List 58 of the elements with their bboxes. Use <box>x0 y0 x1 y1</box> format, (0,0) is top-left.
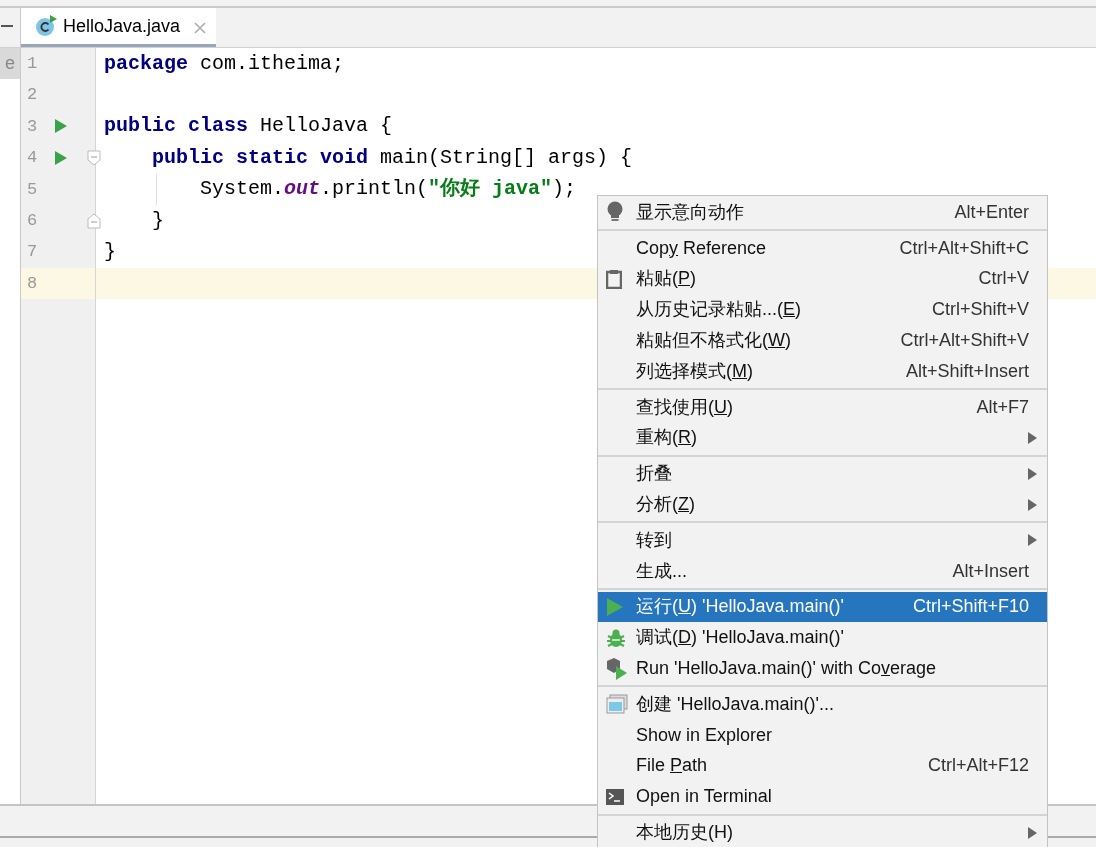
shortcut-text: Alt+Enter <box>954 200 1029 224</box>
menu-item[interactable]: Show in Explorer <box>598 719 1047 751</box>
menu-item[interactable]: 分析(Z) <box>598 489 1047 520</box>
menu-item[interactable]: 粘贴(P) Ctrl+V <box>598 263 1047 295</box>
shortcut-text: Alt+F7 <box>976 395 1029 419</box>
menu-item[interactable]: 显示意向动作 Alt+Enter <box>598 197 1047 228</box>
clipboard-icon <box>606 269 622 289</box>
menu-item[interactable]: 列选择模式(M) Alt+Shift+Insert <box>598 356 1047 387</box>
menu-item[interactable]: 调试(D) 'HelloJava.main()' <box>598 622 1047 654</box>
shortcut-text: Alt+Shift+Insert <box>905 359 1029 383</box>
code-line: } <box>151 207 164 234</box>
shortcut-text: Ctrl+Alt+F12 <box>927 754 1029 778</box>
menu-item[interactable]: 重构(R) <box>598 422 1047 454</box>
menu-item[interactable]: Run 'HelloJava.main()' with Coverage <box>598 653 1047 684</box>
code-line: System.out.println("你好 java"); <box>199 176 577 203</box>
menu-item[interactable]: 本地历史(H) <box>598 817 1047 847</box>
lightbulb-icon <box>606 201 624 224</box>
fold-icon[interactable] <box>87 149 101 166</box>
shortcut-text: Ctrl+Shift+V <box>931 298 1029 322</box>
code-line: package com.itheima; <box>103 50 345 77</box>
menu-item[interactable]: Open in Terminal <box>598 781 1047 813</box>
line-number: 2 <box>26 84 39 107</box>
minimize-icon[interactable] <box>1 25 13 28</box>
terminal-icon <box>606 788 624 805</box>
menu-item[interactable]: 生成... Alt+Insert <box>598 555 1047 587</box>
class-file-icon <box>35 15 57 37</box>
bug-icon <box>606 627 626 648</box>
fold-icon[interactable] <box>87 212 101 229</box>
shortcut-text: Ctrl+Alt+Shift+C <box>899 236 1029 260</box>
menu-item[interactable]: 从历史记录粘贴...(E) Ctrl+Shift+V <box>598 294 1047 326</box>
shortcut-text: Ctrl+Alt+Shift+V <box>900 329 1029 353</box>
line-number: 7 <box>26 241 39 264</box>
file-tab[interactable]: HelloJava.java <box>21 8 217 47</box>
code-line: public static void main(String[] args) { <box>151 144 633 171</box>
menu-item[interactable]: 创建 'HelloJava.main()'... <box>598 688 1047 720</box>
line-number: 1 <box>26 52 39 75</box>
run-icon[interactable] <box>55 119 67 134</box>
menu-item[interactable]: Copy Reference Ctrl+Alt+Shift+C <box>598 232 1047 264</box>
menu-item[interactable]: 粘贴但不格式化(W) Ctrl+Alt+Shift+V <box>598 325 1047 356</box>
shortcut-text: Ctrl+V <box>978 267 1029 291</box>
line-number: 8 <box>26 272 39 295</box>
window-icon <box>606 694 628 715</box>
line-number: 3 <box>26 115 39 138</box>
shortcut-text: Alt+Insert <box>952 559 1029 583</box>
run-icon[interactable] <box>55 150 67 165</box>
menu-item[interactable]: File Path Ctrl+Alt+F12 <box>598 750 1047 782</box>
code-line: public class HelloJava { <box>103 113 393 140</box>
line-number: 5 <box>26 178 39 201</box>
coverage-run-icon <box>606 657 628 680</box>
menu-item[interactable]: 运行(U) 'HelloJava.main()' Ctrl+Shift+F10 <box>598 591 1047 623</box>
run-icon <box>606 596 624 617</box>
shortcut-text: Ctrl+Shift+F10 <box>912 595 1029 619</box>
menu-item[interactable]: 转到 <box>598 524 1047 556</box>
line-number: 6 <box>26 209 39 232</box>
menu-item[interactable]: 折叠 <box>598 458 1047 490</box>
menu-item[interactable]: 查找使用(U) Alt+F7 <box>598 391 1047 423</box>
line-number: 4 <box>26 147 39 170</box>
code-line: } <box>103 239 116 266</box>
